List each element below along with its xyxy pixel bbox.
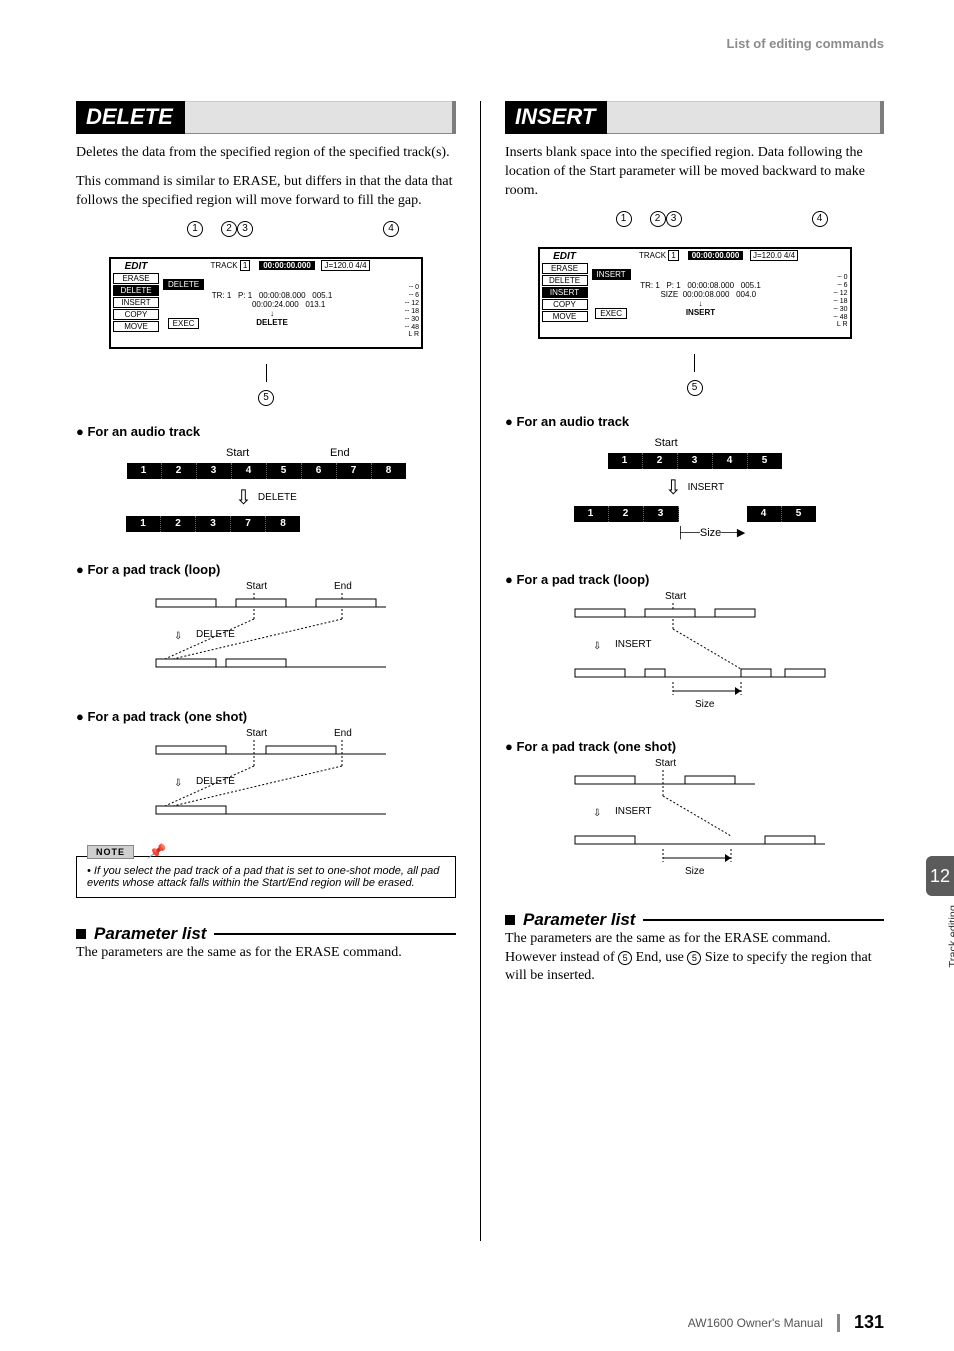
down-arrow-icon: ⇩ — [665, 475, 682, 500]
product-name: AW1600 Owner's Manual — [688, 1316, 823, 1330]
svg-text:End: End — [334, 581, 352, 592]
insert-title: INSERT — [505, 101, 607, 134]
circle-5: 5 — [258, 390, 274, 406]
svg-text:INSERT: INSERT — [615, 806, 652, 817]
note-label: NOTE — [87, 845, 134, 859]
delete-padloop-diagram: Start End ⇩ DELETE — [76, 577, 456, 687]
delete-param-head: Parameter list — [76, 924, 456, 944]
svg-text:Size: Size — [695, 699, 715, 710]
insert-lcd-screen: EDIT ERASE DELETE INSERT COPY MOVE TRACK… — [538, 247, 852, 339]
insert-audio-diagram: Start 1 2 3 4 5 ⇩ INSERT 1 2 3 — [505, 437, 884, 542]
insert-padone-head: For a pad track (one shot) — [505, 739, 884, 754]
insert-audio-head: For an audio track — [505, 414, 884, 429]
delete-param-text: The parameters are the same as for the E… — [76, 944, 456, 963]
insert-padloop-head: For a pad track (loop) — [505, 572, 884, 587]
delete-para1: Deletes the data from the specified regi… — [76, 144, 456, 163]
chapter-side-text: Track editing — [948, 905, 954, 968]
page-footer: AW1600 Owner's Manual 131 — [0, 1312, 954, 1333]
svg-text:⇩: ⇩ — [174, 631, 182, 642]
header-title: List of editing commands — [76, 36, 884, 51]
circle-5: 5 — [687, 380, 703, 396]
delete-audio-diagram: Start End 1 2 3 4 5 6 7 8 ⇩ DELETE — [76, 447, 456, 532]
svg-text:Start: Start — [246, 728, 267, 739]
svg-text:Size: Size — [685, 866, 705, 877]
delete-screen-annotations: 1 2 3 4 — [111, 221, 421, 249]
delete-lcd-screen: EDIT ERASE DELETE INSERT COPY MOVE TRACK… — [109, 257, 423, 349]
svg-text:DELETE: DELETE — [196, 629, 235, 640]
delete-section: DELETE Deletes the data from the specifi… — [76, 101, 480, 1241]
insert-section: INSERT Inserts blank space into the spec… — [480, 101, 884, 1241]
delete-audio-head: For an audio track — [76, 424, 456, 439]
delete-padone-diagram: Start End ⇩ DELETE — [76, 724, 456, 834]
down-arrow-icon: ⇩ — [235, 485, 252, 510]
svg-text:⇩: ⇩ — [593, 808, 601, 819]
svg-text:Start: Start — [655, 758, 676, 769]
insert-para1: Inserts blank space into the specified r… — [505, 144, 884, 201]
svg-text:⇩: ⇩ — [593, 641, 601, 652]
delete-para2: This command is similar to ERASE, but di… — [76, 173, 456, 211]
svg-text:Start: Start — [246, 581, 267, 592]
chapter-tab: 12 — [926, 856, 954, 896]
svg-text:INSERT: INSERT — [615, 639, 652, 650]
pushpin-icon: 📌 — [147, 843, 164, 860]
delete-padone-head: For a pad track (one shot) — [76, 709, 456, 724]
svg-text:⇩: ⇩ — [174, 778, 182, 789]
delete-note: NOTE 📌 • If you select the pad track of … — [76, 856, 456, 898]
insert-param-head: Parameter list — [505, 910, 884, 930]
insert-padone-diagram: Start ⇩ INSERT Size — [505, 754, 884, 884]
insert-param-text: The parameters are the same as for the E… — [505, 930, 884, 987]
delete-padloop-head: For a pad track (loop) — [76, 562, 456, 577]
page-number: 131 — [854, 1312, 884, 1333]
svg-text:End: End — [334, 728, 352, 739]
svg-text:Start: Start — [665, 591, 686, 602]
svg-text:DELETE: DELETE — [196, 776, 235, 787]
insert-padloop-diagram: Start ⇩ INSERT — [505, 587, 884, 717]
insert-screen-annotations: 1 2 3 4 — [540, 211, 850, 239]
delete-title: DELETE — [76, 101, 185, 134]
